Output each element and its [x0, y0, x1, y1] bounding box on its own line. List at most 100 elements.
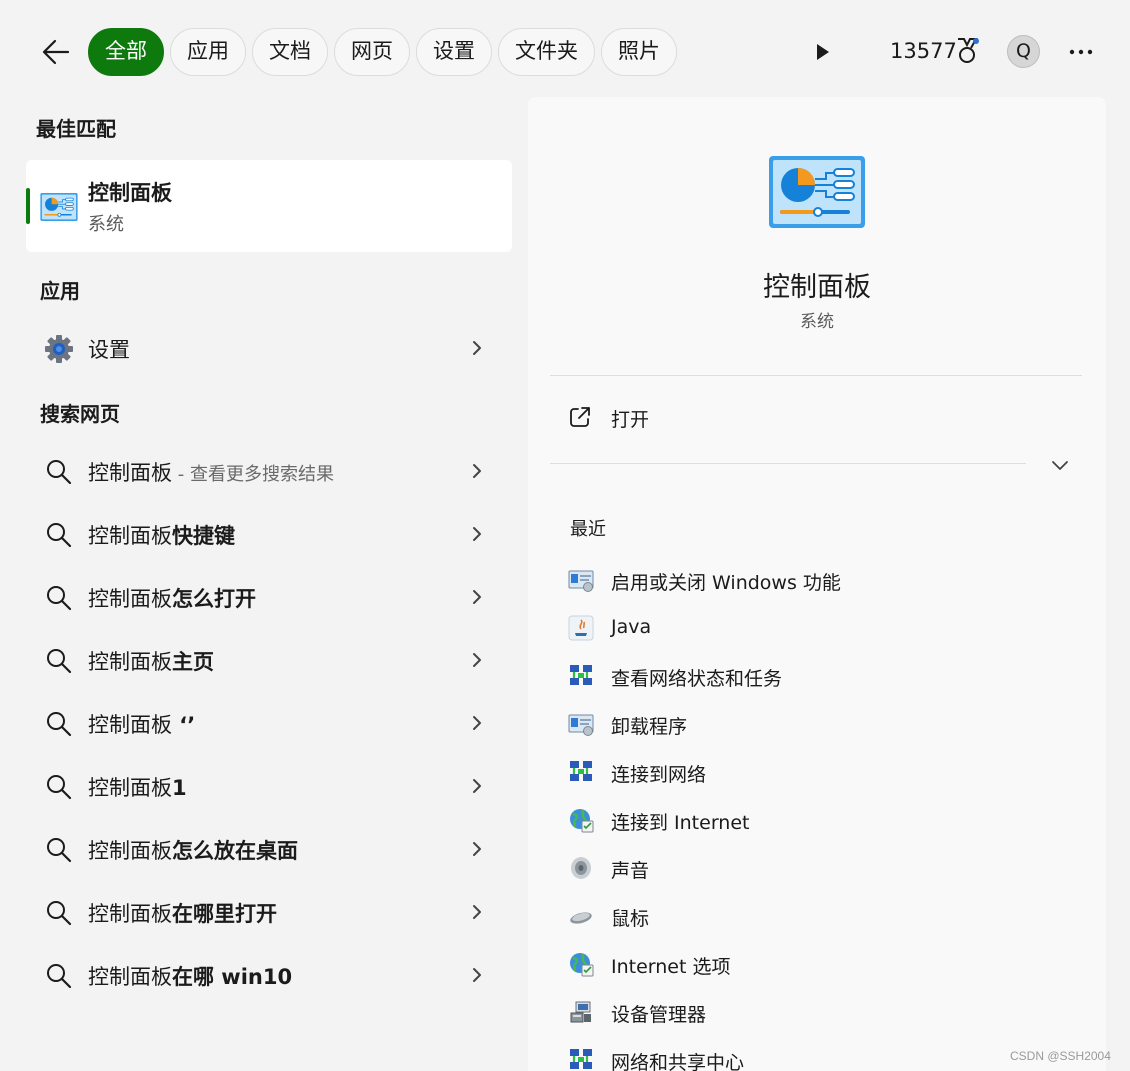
- app-item-settings[interactable]: 设置: [26, 320, 512, 376]
- recent-item[interactable]: 声音: [550, 845, 1082, 891]
- recent-item[interactable]: 网络和共享中心: [550, 1037, 1082, 1071]
- recent-item-label: 查看网络状态和任务: [611, 668, 783, 690]
- web-search-item[interactable]: 控制面板快捷键: [26, 506, 512, 562]
- web-search-item[interactable]: 控制面板在哪 win10: [26, 947, 512, 1003]
- chevron-right-icon: [473, 653, 481, 667]
- search-filter-bar: 全部 应用 文档 网页 设置 文件夹 照片 13577 Q: [0, 0, 1130, 100]
- recent-item-label: 连接到 Internet: [611, 812, 750, 834]
- filter-tabs: 全部 应用 文档 网页 设置 文件夹 照片: [88, 28, 677, 76]
- open-label: 打开: [611, 409, 650, 431]
- best-match-card[interactable]: 控制面板 系统: [26, 160, 512, 252]
- recent-item[interactable]: 连接到 Internet: [550, 797, 1082, 843]
- rewards-points[interactable]: 13577: [890, 36, 957, 66]
- chevron-right-icon: [473, 716, 481, 730]
- web-search-label: 控制面板怎么放在桌面: [88, 835, 298, 865]
- chevron-right-icon: [473, 842, 481, 856]
- search-icon: [47, 712, 72, 737]
- tab-settings[interactable]: 设置: [416, 28, 492, 76]
- recent-item[interactable]: 设备管理器: [550, 989, 1082, 1035]
- open-external-icon: [570, 407, 590, 427]
- query-prefix: 控制面板: [88, 461, 172, 485]
- web-search-item[interactable]: 控制面板怎么放在桌面: [26, 821, 512, 877]
- chevron-right-icon: [473, 968, 481, 982]
- divider: [550, 463, 1026, 464]
- web-search-label: 控制面板在哪里打开: [88, 898, 277, 928]
- back-arrow-icon[interactable]: [38, 34, 74, 70]
- recent-item[interactable]: 启用或关闭 Windows 功能: [550, 557, 1082, 603]
- query-prefix: 控制面板: [88, 776, 172, 800]
- query-prefix: 控制面板: [88, 713, 172, 737]
- java-icon: [568, 615, 594, 641]
- recent-item-label: Java: [611, 616, 652, 638]
- more-options-icon[interactable]: [1066, 40, 1096, 64]
- recent-item-label: 连接到网络: [611, 764, 707, 786]
- device-manager-icon: [568, 999, 594, 1025]
- avatar[interactable]: Q: [1007, 35, 1040, 68]
- recent-item[interactable]: Java: [550, 605, 1082, 651]
- open-button[interactable]: 打开: [550, 393, 1082, 445]
- tab-all[interactable]: 全部: [88, 28, 164, 76]
- recent-item[interactable]: 卸载程序: [550, 701, 1082, 747]
- query-suggestion: 怎么放在桌面: [172, 839, 298, 863]
- network-icon: [568, 663, 594, 689]
- web-search-item[interactable]: 控制面板主页: [26, 632, 512, 688]
- control-panel-icon: [769, 156, 865, 228]
- apps-heading: 应用: [40, 279, 80, 303]
- tab-folders[interactable]: 文件夹: [498, 28, 595, 76]
- web-search-item[interactable]: 控制面板 - 查看更多搜索结果: [26, 443, 512, 499]
- app-item-label: 设置: [88, 338, 130, 362]
- search-icon: [47, 775, 72, 800]
- search-icon: [47, 523, 72, 548]
- globe-icon: [568, 951, 594, 977]
- recent-item-label: Internet 选项: [611, 956, 731, 978]
- programs-icon: [568, 567, 594, 593]
- search-icon: [47, 838, 72, 863]
- web-search-item[interactable]: 控制面板在哪里打开: [26, 884, 512, 940]
- control-panel-icon: [40, 193, 78, 221]
- recent-item-label: 卸载程序: [611, 716, 688, 738]
- web-search-item[interactable]: 控制面板 ‘’: [26, 695, 512, 751]
- query-suggestion: 主页: [172, 650, 214, 674]
- web-search-label: 控制面板怎么打开: [88, 583, 256, 613]
- query-suggestion: 1: [172, 776, 187, 800]
- web-search-label: 控制面板在哪 win10: [88, 961, 292, 991]
- web-search-item[interactable]: 控制面板1: [26, 758, 512, 814]
- web-search-label: 控制面板主页: [88, 646, 214, 676]
- query-prefix: 控制面板: [88, 524, 172, 548]
- tab-photos[interactable]: 照片: [601, 28, 677, 76]
- query-prefix: 控制面板: [88, 965, 172, 989]
- tab-web[interactable]: 网页: [334, 28, 410, 76]
- web-search-label: 控制面板 - 查看更多搜索结果: [88, 457, 334, 487]
- best-match-title: 控制面板: [88, 181, 172, 205]
- recent-item[interactable]: 鼠标: [550, 893, 1082, 939]
- web-search-label: 控制面板1: [88, 772, 187, 802]
- chevron-right-icon: [473, 905, 481, 919]
- rewards-medal-icon[interactable]: [954, 36, 980, 66]
- tab-apps[interactable]: 应用: [170, 28, 246, 76]
- recent-item[interactable]: 查看网络状态和任务: [550, 653, 1082, 699]
- recent-item[interactable]: Internet 选项: [550, 941, 1082, 987]
- tab-documents[interactable]: 文档: [252, 28, 328, 76]
- web-search-item[interactable]: 控制面板怎么打开: [26, 569, 512, 625]
- recent-item-label: 设备管理器: [611, 1004, 707, 1026]
- query-suggestion: 快捷键: [172, 524, 235, 548]
- chevron-right-icon: [473, 590, 481, 604]
- web-search-label: 控制面板快捷键: [88, 520, 235, 550]
- network-icon: [568, 759, 594, 785]
- detail-title: 控制面板: [763, 272, 871, 303]
- search-icon: [47, 901, 72, 926]
- recent-item[interactable]: 连接到网络: [550, 749, 1082, 795]
- chevron-down-icon[interactable]: [1048, 453, 1072, 477]
- play-icon[interactable]: [812, 40, 834, 64]
- recent-item-label: 声音: [611, 860, 650, 882]
- gear-icon: [45, 335, 73, 363]
- query-suggestion: 在哪 win10: [172, 965, 293, 989]
- network-icon: [568, 1047, 594, 1071]
- web-search-heading: 搜索网页: [40, 402, 120, 426]
- recent-item-label: 鼠标: [611, 908, 650, 930]
- query-hint: - 查看更多搜索结果: [172, 464, 334, 485]
- globe-icon: [568, 807, 594, 833]
- query-suggestion: 怎么打开: [172, 587, 256, 611]
- query-prefix: 控制面板: [88, 650, 172, 674]
- search-icon: [47, 649, 72, 674]
